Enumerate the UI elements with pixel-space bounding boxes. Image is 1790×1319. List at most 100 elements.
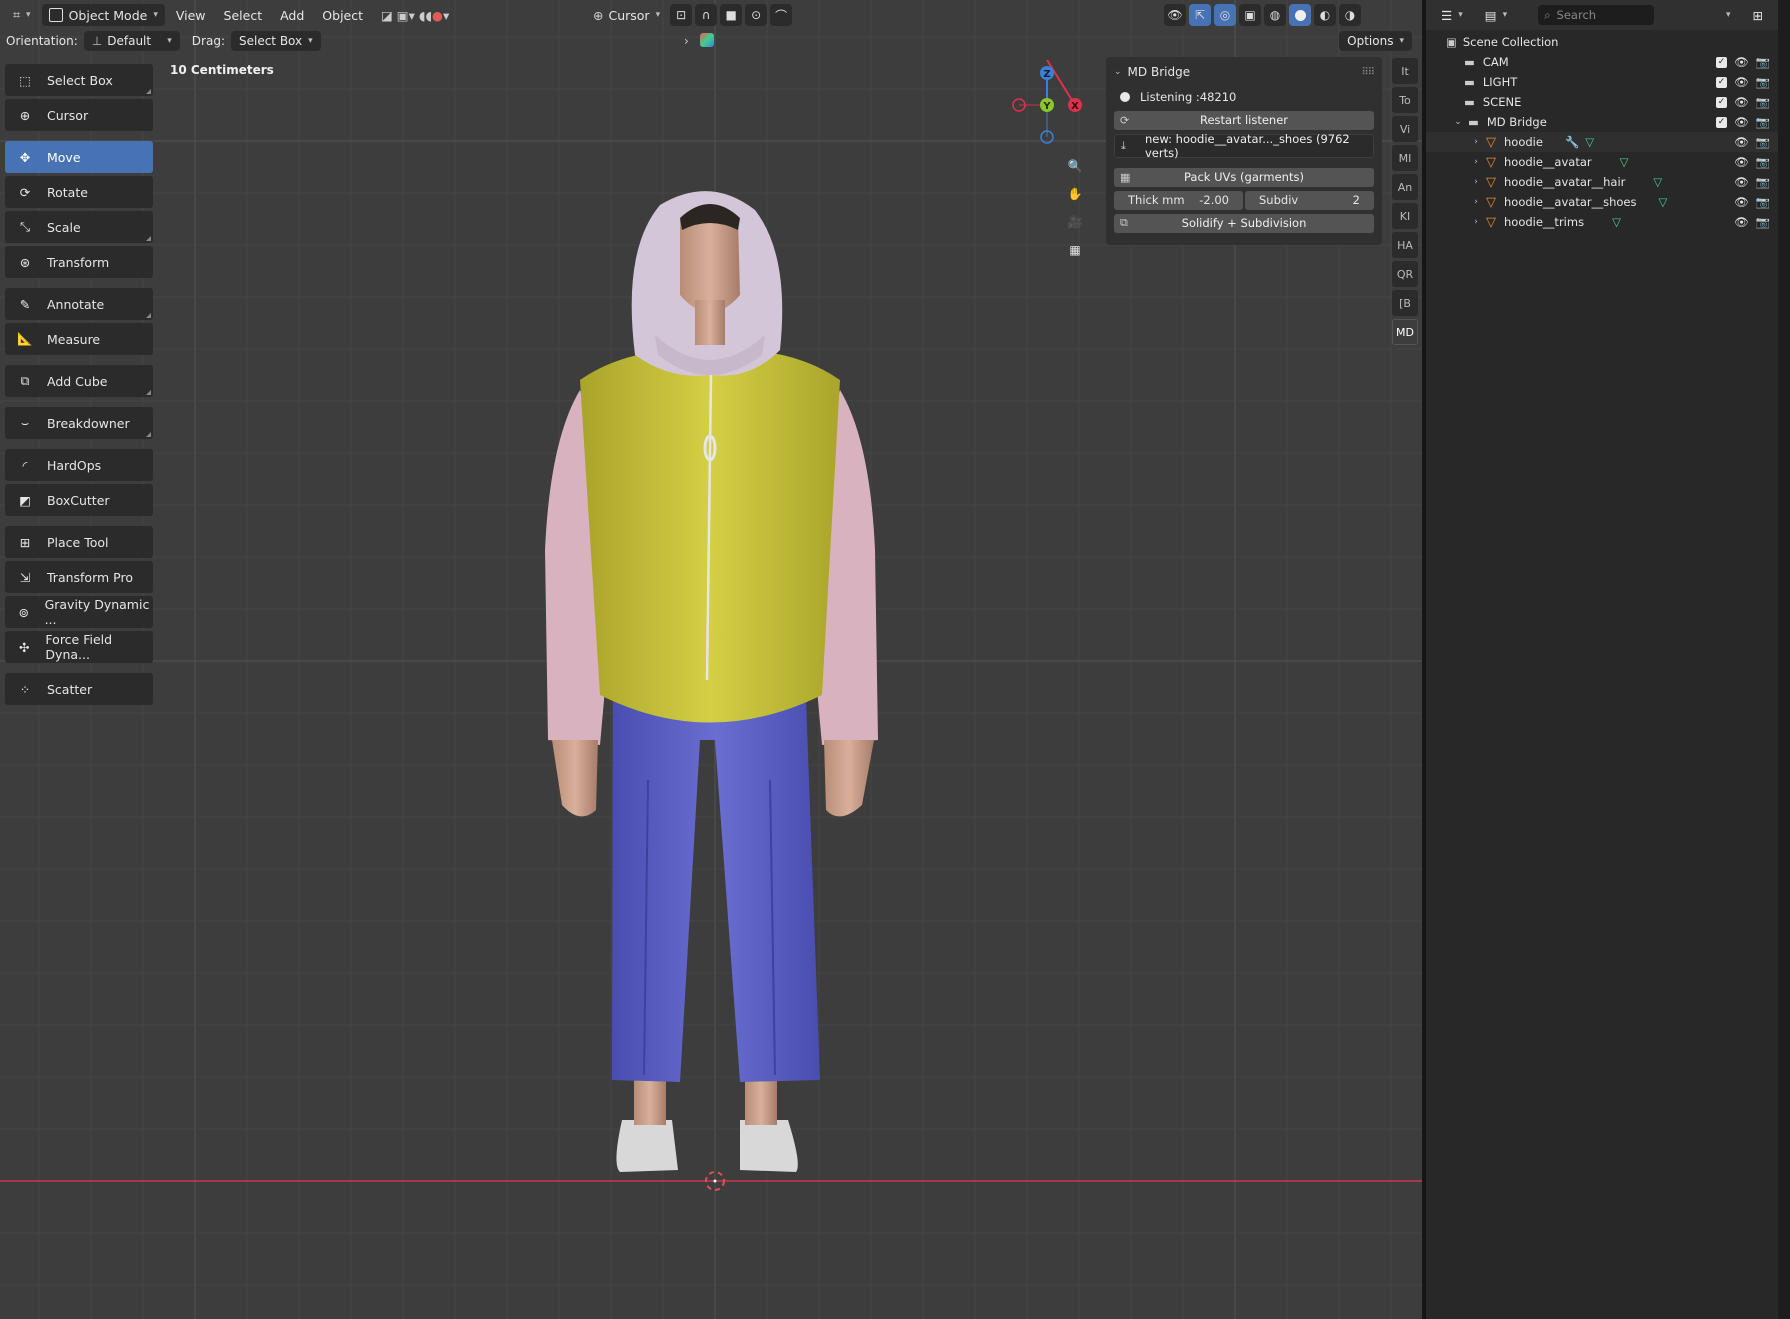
pan-hand-icon[interactable]: ✋	[1062, 180, 1088, 208]
eye-icon[interactable]: 👁	[1734, 135, 1749, 149]
thickness-field[interactable]: Thick mm -2.00	[1114, 190, 1243, 210]
search-input[interactable]: ⌕ Search	[1538, 5, 1655, 25]
collapse-arrow-icon[interactable]: ›	[684, 34, 689, 48]
chevron-down-icon[interactable]: ⌄	[1452, 117, 1464, 127]
object-row-hoodie-trims[interactable]: › ▽ hoodie__trims ▽ 👁 📷	[1426, 212, 1778, 232]
ortho-grid-icon[interactable]: ▦	[1062, 236, 1088, 264]
tool-measure[interactable]: 📐 Measure	[5, 323, 153, 355]
checkbox-icon[interactable]: ✓	[1716, 96, 1728, 108]
visibility-icon[interactable]: 👁	[1164, 4, 1186, 26]
eye-icon[interactable]: 👁	[1734, 155, 1749, 169]
snap-element-icon[interactable]: ■	[720, 4, 743, 26]
object-row-hoodie[interactable]: › ▽ hoodie 🔧 ▽ 👁 📷	[1426, 132, 1778, 152]
tool-add-cube[interactable]: ⧉ Add Cube	[5, 365, 153, 397]
scene-collection-row[interactable]: ▣ Scene Collection	[1426, 32, 1778, 52]
tool-breakdowner[interactable]: ⌣ Breakdowner	[5, 407, 153, 439]
restart-listener-button[interactable]: ⟳ Restart listener	[1114, 110, 1374, 130]
collection-row-md-bridge[interactable]: ⌄ ▬ MD Bridge ✓ 👁 📷	[1426, 112, 1778, 132]
snap-magnet-icon[interactable]: ∩	[695, 4, 718, 26]
camera-icon[interactable]: 📷	[1756, 115, 1770, 129]
tool-select-box[interactable]: ⬚ Select Box	[5, 64, 153, 96]
tab-ki[interactable]: KI	[1392, 203, 1418, 229]
tool-annotate[interactable]: ✎ Annotate	[5, 288, 153, 320]
new-collection-icon[interactable]: ⊞	[1746, 4, 1770, 26]
zoom-icon[interactable]: 🔍	[1062, 152, 1088, 180]
outliner-editor-type[interactable]: ☰ ▾	[1434, 4, 1470, 26]
tool-cursor[interactable]: ⊕ Cursor	[5, 99, 153, 131]
tool-move[interactable]: ✥ Move	[5, 141, 153, 173]
orientation-dropdown[interactable]: ⊥ Default ▾	[83, 31, 180, 51]
tab-qr[interactable]: QR	[1392, 261, 1418, 287]
gizmo-toggle-icon[interactable]: ⇱	[1189, 4, 1211, 26]
proportional-edit-icon[interactable]: ⊙	[745, 4, 768, 26]
snap-target-icon[interactable]: ⊡	[670, 4, 693, 26]
tool-boxcutter[interactable]: ◩ BoxCutter	[5, 484, 153, 516]
eye-icon[interactable]: 👁	[1734, 215, 1749, 229]
checkbox-icon[interactable]: ✓	[1716, 56, 1728, 68]
menu-object[interactable]: Object	[315, 4, 370, 26]
collection-row-scene[interactable]: ▬ SCENE ✓ 👁 📷	[1426, 92, 1778, 112]
options-dropdown[interactable]: Options ▾	[1339, 31, 1412, 51]
eye-icon[interactable]: 👁	[1734, 175, 1749, 189]
tab-mi[interactable]: MI	[1392, 145, 1418, 171]
tool-transform[interactable]: ⊛ Transform	[5, 246, 153, 278]
camera-icon[interactable]: 📷	[1756, 215, 1770, 229]
tool-scale[interactable]: ⤡ Scale	[5, 211, 153, 243]
tab-b[interactable]: [B	[1392, 290, 1418, 316]
transform-tools-icons[interactable]: ◪ ▣▾ ◖◖ ● ▾	[374, 4, 456, 26]
drag-dropdown[interactable]: Select Box ▾	[230, 31, 321, 51]
eye-icon[interactable]: 👁	[1734, 95, 1749, 109]
tool-rotate[interactable]: ⟳ Rotate	[5, 176, 153, 208]
tool-gravity-dynamic[interactable]: ⊚ Gravity Dynamic ...	[5, 596, 153, 628]
solid-shading-icon[interactable]	[1289, 4, 1311, 26]
collection-row-cam[interactable]: ▬ CAM ✓ 👁 📷	[1426, 52, 1778, 72]
chevron-right-icon[interactable]: ›	[1470, 177, 1482, 187]
object-row-hoodie-avatar-hair[interactable]: › ▽ hoodie__avatar__hair ▽ 👁 📷	[1426, 172, 1778, 192]
eye-icon[interactable]: 👁	[1734, 55, 1749, 69]
tab-ha[interactable]: HA	[1392, 232, 1418, 258]
drag-grip-icon[interactable]: ⠿⠿	[1361, 67, 1375, 78]
checkbox-icon[interactable]: ✓	[1716, 116, 1728, 128]
tab-tool[interactable]: To	[1392, 87, 1418, 113]
camera-icon[interactable]: 📷	[1756, 175, 1770, 189]
camera-icon[interactable]: 📷	[1756, 95, 1770, 109]
solidify-subdivision-button[interactable]: ⧉ Solidify + Subdivision	[1114, 213, 1374, 233]
eye-icon[interactable]: 👁	[1734, 115, 1749, 129]
menu-view[interactable]: View	[169, 4, 213, 26]
camera-icon[interactable]: 📷	[1756, 75, 1770, 89]
chevron-right-icon[interactable]: ›	[1470, 157, 1482, 167]
navigation-gizmo[interactable]: Z X Y	[1000, 60, 1100, 150]
editor-type-button[interactable]: ⌗ ▾	[6, 4, 38, 26]
import-info-button[interactable]: ⤓ new: hoodie__avatar..._shoes (9762 vert…	[1114, 132, 1374, 160]
chevron-right-icon[interactable]: ›	[1470, 137, 1482, 147]
falloff-icon[interactable]: ⌒	[770, 4, 793, 26]
tool-transform-pro[interactable]: ⇲ Transform Pro	[5, 561, 153, 593]
tool-place[interactable]: ⊞ Place Tool	[5, 526, 153, 558]
tool-hardops[interactable]: ◜ HardOps	[5, 449, 153, 481]
pivot-dropdown[interactable]: ⊕ Cursor ▾	[586, 4, 667, 26]
camera-view-icon[interactable]: 🎥	[1062, 208, 1088, 236]
tool-scatter[interactable]: ⁘ Scatter	[5, 673, 153, 705]
eye-icon[interactable]: 👁	[1734, 195, 1749, 209]
collection-row-light[interactable]: ▬ LIGHT ✓ 👁 📷	[1426, 72, 1778, 92]
tab-md[interactable]: MD	[1392, 319, 1418, 345]
tool-force-field[interactable]: ✣ Force Field Dyna...	[5, 631, 153, 663]
object-row-hoodie-avatar[interactable]: › ▽ hoodie__avatar ▽ 👁 📷	[1426, 152, 1778, 172]
mode-dropdown[interactable]: Object Mode ▾	[41, 4, 165, 26]
avatar-figure[interactable]	[540, 180, 900, 1180]
chevron-right-icon[interactable]: ›	[1470, 197, 1482, 207]
wireframe-shading-icon[interactable]: ◍	[1264, 4, 1286, 26]
tab-view[interactable]: Vi	[1392, 116, 1418, 142]
subdiv-field[interactable]: Subdiv 2	[1245, 190, 1374, 210]
pack-uvs-button[interactable]: ▦ Pack UVs (garments)	[1114, 167, 1374, 187]
chevron-right-icon[interactable]: ›	[1470, 217, 1482, 227]
material-shading-icon[interactable]: ◐	[1314, 4, 1336, 26]
checkbox-icon[interactable]: ✓	[1716, 76, 1728, 88]
eye-icon[interactable]: 👁	[1734, 75, 1749, 89]
panel-header[interactable]: ⌄ MD Bridge ⠿⠿	[1114, 63, 1375, 81]
object-row-hoodie-avatar-shoes[interactable]: › ▽ hoodie__avatar__shoes ▽ 👁 📷	[1426, 192, 1778, 212]
overlay-toggle-icon[interactable]: ◎	[1214, 4, 1236, 26]
camera-icon[interactable]: 📷	[1756, 195, 1770, 209]
xray-icon[interactable]: ▣	[1239, 4, 1261, 26]
addon-cube-icon[interactable]	[700, 33, 714, 47]
